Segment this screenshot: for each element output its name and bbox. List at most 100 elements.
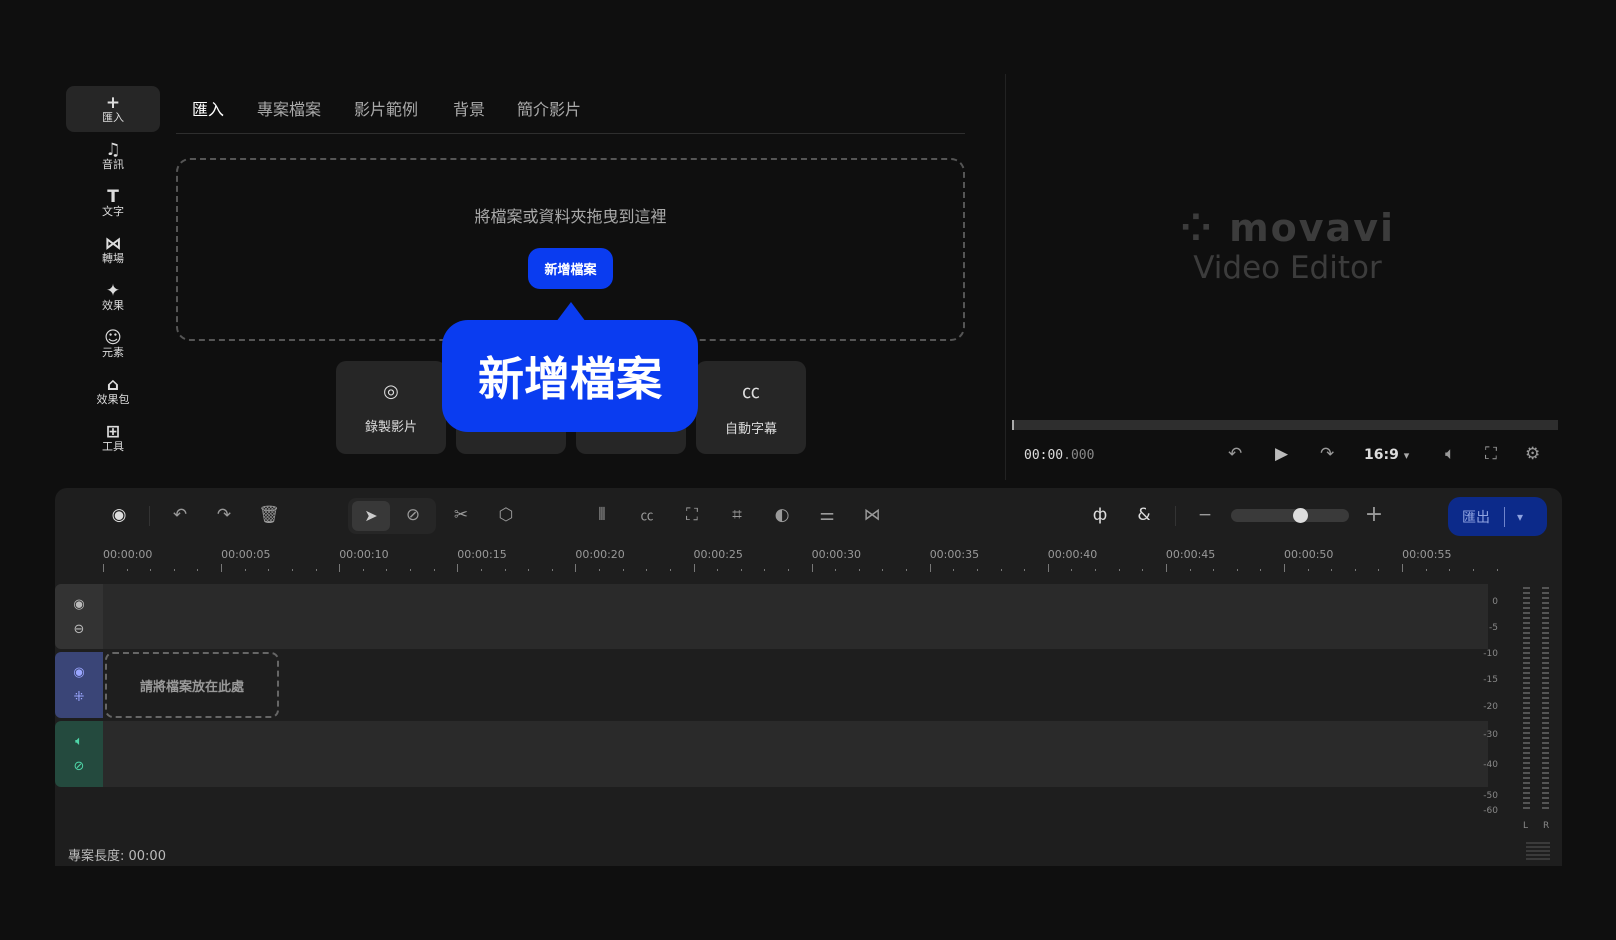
redo-icon[interactable]: ↷ — [212, 505, 236, 525]
meter-label-left: L — [1523, 821, 1529, 831]
audio-track[interactable] — [103, 721, 1488, 787]
ruler-tick — [717, 569, 719, 571]
export-divider — [1504, 506, 1505, 527]
step-forward-icon[interactable]: ↷ — [1320, 444, 1334, 464]
tab-1[interactable]: 專案檔案 — [257, 96, 321, 120]
transition-wizard-icon[interactable]: ⋈ — [860, 505, 884, 525]
ruler-tick — [1260, 569, 1262, 571]
quick-action-card[interactable]: ㏄自動字幕 — [696, 361, 806, 454]
delete-icon[interactable]: 🗑︎ — [257, 505, 281, 525]
video-track-1[interactable] — [103, 584, 1488, 649]
ruler-tick — [457, 564, 459, 572]
tab-0[interactable]: 匯入 — [192, 96, 224, 120]
playhead[interactable] — [1012, 420, 1014, 430]
voiceover-icon[interactable]: ф — [1088, 505, 1112, 525]
zoom-slider-knob[interactable] — [1292, 508, 1308, 523]
fullscreen-icon[interactable]: ⛶ — [1485, 444, 1497, 464]
meter-label: -30 — [1483, 730, 1498, 740]
ruler-tick — [339, 564, 341, 572]
split-icon[interactable]: ⁜ — [74, 690, 85, 705]
track-drop-zone[interactable]: 請將檔案放在此處 — [105, 652, 279, 718]
color-icon[interactable]: ◐ — [770, 505, 794, 525]
ruler-tick — [433, 569, 435, 571]
ruler-label: 00:00:30 — [811, 548, 861, 561]
sidebar-item-5[interactable]: ☺ 元素 — [66, 321, 160, 367]
razor-tag-icon[interactable]: ⊘ — [401, 505, 425, 525]
card-label: 自動字幕 — [724, 422, 777, 437]
ruler-tick — [1118, 569, 1120, 571]
magnet-icon[interactable]: & — [1132, 505, 1156, 525]
tab-4[interactable]: 簡介影片 — [517, 96, 581, 120]
ruler-tick — [882, 569, 884, 571]
ruler-tick — [1496, 569, 1498, 571]
export-button[interactable]: 匯出 ▾ — [1448, 497, 1547, 536]
meter-grid-icon[interactable] — [1526, 842, 1550, 862]
ruler-tick — [221, 564, 223, 572]
ruler-tick — [693, 564, 695, 572]
brand-name: movavi — [1229, 206, 1395, 250]
ruler-label: 00:00:25 — [693, 548, 743, 561]
sidebar-item-3[interactable]: ⋈ 轉場 — [66, 227, 160, 273]
volume-icon[interactable]: 🔈︎ — [1445, 444, 1455, 464]
ruler-tick — [575, 564, 577, 572]
sidebar-item-4[interactable]: ✦ 效果 — [66, 274, 160, 320]
sidebar-item-7[interactable]: ⊞ 工具 — [66, 415, 160, 461]
ruler-tick — [787, 569, 789, 571]
ruler-tick — [197, 569, 199, 571]
tab-3[interactable]: 背景 — [453, 96, 485, 120]
ruler-tick — [1236, 569, 1238, 571]
sidebar-item-1[interactable]: ♫ 音訊 — [66, 133, 160, 179]
captions-icon[interactable]: ㏄ — [635, 505, 659, 524]
record-icon[interactable]: ◉ — [107, 505, 131, 525]
marker-icon[interactable]: ⬡ — [494, 505, 518, 525]
add-file-button[interactable]: 新增檔案 — [528, 248, 613, 289]
ruler-tick — [1165, 564, 1167, 572]
focus-icon[interactable]: ⛶ — [680, 505, 704, 525]
ruler-tick — [669, 569, 671, 571]
aspect-ratio-select[interactable]: 16:9 ▾ — [1364, 447, 1409, 463]
chevron-down-icon: ▾ — [1403, 449, 1410, 462]
sidebar-item-label: 元素 — [102, 346, 124, 359]
tab-2[interactable]: 影片範例 — [354, 96, 418, 120]
ruler-tick — [1402, 564, 1404, 572]
meter-label-right: R — [1543, 821, 1550, 831]
undo-icon[interactable]: ↶ — [168, 505, 192, 525]
audio-detect-icon[interactable]: ⫴ — [590, 505, 614, 525]
quick-action-card[interactable]: ◎ 錄製影片 — [336, 361, 446, 454]
ruler-tick — [126, 569, 128, 571]
ruler-tick — [976, 569, 978, 571]
ruler-tick — [150, 569, 152, 571]
chevron-down-icon[interactable]: ▾ — [1517, 510, 1523, 524]
eye-icon[interactable]: ◉ — [73, 665, 84, 680]
play-icon[interactable]: ▶ — [1275, 444, 1288, 464]
ruler-tick — [1449, 569, 1451, 571]
sidebar-item-0[interactable]: + 匯入 — [66, 86, 160, 132]
link-icon[interactable]: ⊖ — [74, 622, 85, 637]
step-back-icon[interactable]: ↶ — [1228, 444, 1242, 464]
unlink-icon[interactable]: ⊘ — [74, 759, 85, 774]
ruler-label: 00:00:10 — [339, 548, 389, 561]
zoom-slider[interactable] — [1231, 508, 1349, 523]
crop-icon[interactable]: ⌗ — [725, 505, 749, 525]
meter-bar-right — [1542, 587, 1549, 809]
volume-icon[interactable]: 🔈︎ — [75, 734, 83, 749]
time-main: 00:00 — [1024, 448, 1064, 463]
sidebar-item-2[interactable]: T 文字 — [66, 180, 160, 226]
ruler-label: 00:00:50 — [1284, 548, 1334, 561]
select-tool-button[interactable]: ➤ — [352, 501, 390, 531]
eye-icon[interactable]: ◉ — [73, 597, 84, 612]
toolbar-divider — [1175, 506, 1176, 526]
zoom-out-icon[interactable]: − — [1193, 505, 1217, 525]
meter-bar-left — [1523, 587, 1530, 809]
sidebar-item-label: 匯入 — [102, 111, 124, 124]
cut-icon[interactable]: ✂ — [449, 505, 473, 525]
zoom-in-icon[interactable]: + — [1362, 502, 1386, 527]
ruler-tick — [599, 569, 600, 571]
ruler-tick — [1354, 569, 1356, 571]
adjust-icon[interactable]: ⚌ — [815, 505, 839, 525]
settings-icon[interactable]: ⚙ — [1525, 444, 1540, 464]
sparkle-icon: ✦ — [105, 281, 121, 301]
preview-progress-bar[interactable] — [1012, 420, 1558, 430]
sidebar-item-6[interactable]: ⌂ 效果包 — [66, 368, 160, 414]
ruler-tick — [244, 569, 246, 571]
